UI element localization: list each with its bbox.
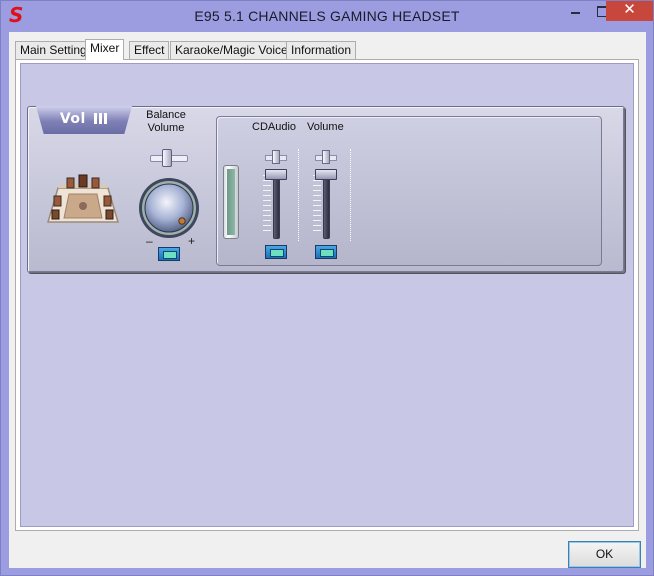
balance-mute-button[interactable] bbox=[158, 247, 180, 261]
channel-label-volume: Volume bbox=[307, 121, 344, 133]
app-window: S E95 5.1 CHANNELS GAMING HEADSET ✕ Main… bbox=[0, 0, 654, 576]
cdaudio-volume-track[interactable] bbox=[273, 173, 280, 239]
volume-volume-thumb[interactable] bbox=[315, 169, 337, 180]
minimize-icon bbox=[571, 12, 580, 14]
dialog-client-area: Main Setting Mixer Effect Karaoke/Magic … bbox=[9, 32, 646, 568]
knob-plus-label: + bbox=[188, 234, 196, 248]
tab-information[interactable]: Information bbox=[286, 41, 357, 59]
tab-karaoke-magic-voice[interactable]: Karaoke/Magic Voice bbox=[170, 41, 293, 59]
level-meter bbox=[223, 165, 239, 239]
cdaudio-balance-thumb[interactable] bbox=[272, 150, 280, 164]
mixer-background: Vol Balance Volume – + CDAudio Volume bbox=[20, 63, 634, 527]
balance-volume-label: Balance Volume bbox=[146, 109, 186, 134]
mixer-tab-panel: Vol Balance Volume – + CDAudio Volume bbox=[15, 59, 639, 531]
close-button[interactable]: ✕ bbox=[606, 1, 653, 21]
vol-badge-label: Vol bbox=[59, 111, 86, 127]
ok-button[interactable]: OK bbox=[568, 541, 641, 568]
cdaudio-mute-button[interactable] bbox=[265, 245, 287, 259]
volume-balance-thumb[interactable] bbox=[322, 150, 330, 164]
tab-main-setting[interactable]: Main Setting bbox=[15, 41, 92, 59]
vol-badge: Vol bbox=[36, 106, 132, 134]
knob-minus-label: – bbox=[146, 234, 153, 248]
close-icon: ✕ bbox=[623, 1, 636, 18]
channel-label-cdaudio: CDAudio bbox=[252, 121, 297, 133]
volume-mute-button[interactable] bbox=[315, 245, 337, 259]
speaker-room-icon bbox=[46, 174, 120, 223]
minimize-button[interactable] bbox=[562, 1, 588, 21]
master-volume-knob[interactable] bbox=[138, 177, 200, 239]
volume-volume-track[interactable] bbox=[323, 173, 330, 239]
channel-separator bbox=[298, 149, 300, 241]
tab-mixer[interactable]: Mixer bbox=[85, 39, 125, 60]
window-title: E95 5.1 CHANNELS GAMING HEADSET bbox=[194, 8, 460, 24]
channel-mixer-panel: CDAudio Volume bbox=[216, 116, 602, 266]
balance-slider-thumb[interactable] bbox=[162, 149, 172, 167]
volume-ticks bbox=[313, 175, 321, 235]
cdaudio-volume-thumb[interactable] bbox=[265, 169, 287, 180]
tab-effect[interactable]: Effect bbox=[129, 41, 170, 59]
title-bar[interactable]: S E95 5.1 CHANNELS GAMING HEADSET ✕ bbox=[1, 1, 653, 31]
mixer-device-panel: Vol Balance Volume – + CDAudio Volume bbox=[27, 106, 625, 273]
cdaudio-ticks bbox=[263, 175, 271, 235]
channel-separator bbox=[350, 149, 352, 241]
signal-bars-icon bbox=[94, 113, 108, 124]
